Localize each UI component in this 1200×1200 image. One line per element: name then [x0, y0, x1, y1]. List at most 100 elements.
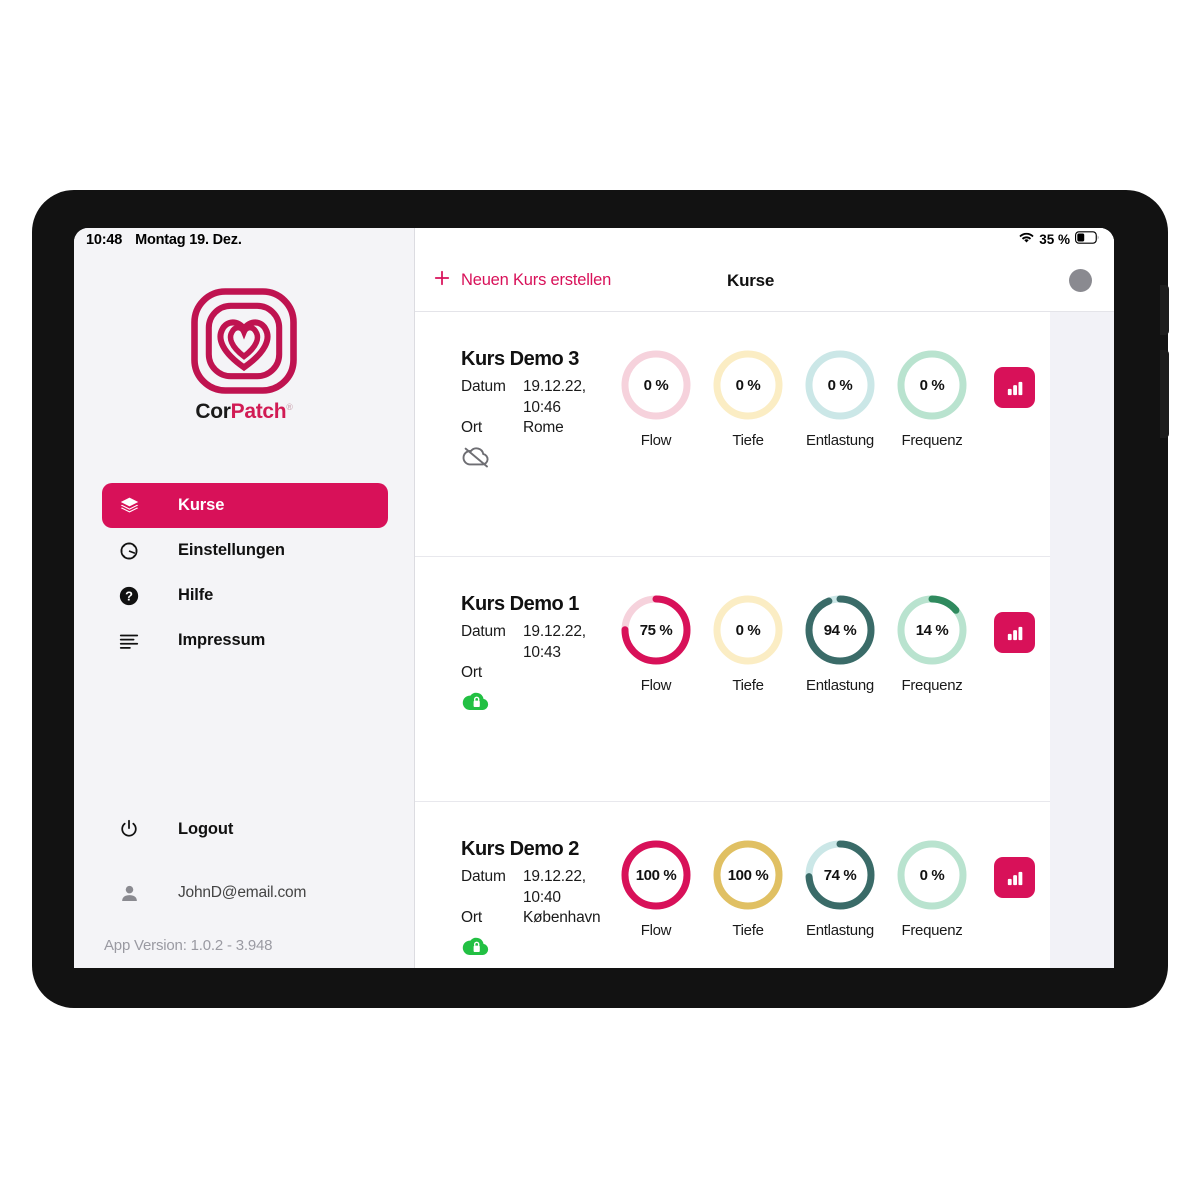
- main-toolbar: Neuen Kurs erstellen Kurse: [415, 250, 1114, 312]
- status-bar-right: 35 %: [415, 228, 1114, 250]
- gauge-value: 0 %: [827, 376, 853, 394]
- course-list[interactable]: Kurs Demo 3 Datum 19.12.22, 10:46 Ort Ro…: [415, 312, 1050, 968]
- gauge-value: 75 %: [639, 621, 673, 639]
- metric-gauge: 0 % Entlastung: [794, 348, 886, 449]
- brand-name-patch: Patch: [230, 400, 287, 423]
- gauge-label: Tiefe: [732, 432, 764, 449]
- gauge-value: 100 %: [727, 866, 769, 884]
- course-place-key: Ort: [461, 664, 482, 681]
- metric-gauge: 14 % Frequenz: [886, 593, 978, 694]
- sidebar-bottom: Logout JohnD@email.com App Version: 1.0.…: [74, 807, 414, 968]
- gauge-ring-tiefe: 100 %: [711, 838, 785, 912]
- metric-gauge: 74 % Entlastung: [794, 838, 886, 939]
- course-date-key: Datum: [461, 378, 506, 395]
- metric-gauge: 100 % Flow: [610, 838, 702, 939]
- course-place-value: København: [523, 909, 601, 926]
- user-account-row[interactable]: JohnD@email.com: [74, 871, 414, 915]
- avatar[interactable]: [1069, 269, 1092, 292]
- course-place-value: Rome: [523, 419, 564, 436]
- gauge-ring-entlastung: 0 %: [803, 348, 877, 422]
- gauge-label: Flow: [640, 432, 672, 449]
- svg-text:?: ?: [125, 588, 133, 603]
- course-row[interactable]: Kurs Demo 3 Datum 19.12.22, 10:46 Ort Ro…: [415, 312, 1050, 557]
- cloud-lock-icon: [461, 934, 606, 965]
- sidebar-item-hilfe[interactable]: ? Hilfe: [102, 573, 388, 618]
- gauge-ring-flow: 100 %: [619, 838, 693, 912]
- gauge-label: Flow: [640, 922, 672, 939]
- gauge-label: Flow: [640, 677, 672, 694]
- sidebar-item-impressum-label: Impressum: [178, 631, 266, 649]
- course-place-row: Ort: [461, 663, 606, 684]
- open-chart-button[interactable]: [994, 367, 1035, 408]
- course-place-row: Ort København: [461, 908, 606, 929]
- metric-gauge: 0 % Flow: [610, 348, 702, 449]
- course-date-value: 19.12.22, 10:46: [523, 378, 586, 416]
- course-date-row: Datum 19.12.22, 10:43: [461, 622, 606, 663]
- battery-icon: [1075, 231, 1100, 247]
- gauge-value: 0 %: [919, 376, 945, 394]
- brand-name-cor: Cor: [195, 400, 231, 423]
- open-chart-button[interactable]: [994, 857, 1035, 898]
- course-title: Kurs Demo 1: [461, 593, 579, 615]
- open-chart-button[interactable]: [994, 612, 1035, 653]
- gauge-value: 14 %: [915, 621, 949, 639]
- course-row[interactable]: Kurs Demo 2 Datum 19.12.22, 10:40 Ort Kø…: [415, 802, 1050, 968]
- logout-button[interactable]: Logout: [74, 807, 414, 851]
- new-course-button[interactable]: Neuen Kurs erstellen: [432, 268, 611, 293]
- course-info: Kurs Demo 2 Datum 19.12.22, 10:40 Ort Kø…: [461, 838, 606, 965]
- gauge-label: Frequenz: [901, 432, 963, 449]
- gauge-ring-frequenz: 0 %: [895, 838, 969, 912]
- gauge-value: 100 %: [635, 866, 677, 884]
- page-title: Kurse: [727, 270, 775, 290]
- plus-icon: [432, 268, 452, 293]
- corpatch-heart-logo-icon: [191, 288, 297, 394]
- sidebar-item-einstellungen-label: Einstellungen: [178, 541, 285, 559]
- app-version-label: App Version: 1.0.2 - 3.948: [104, 937, 273, 954]
- course-date-key: Datum: [461, 623, 506, 640]
- metrics-group: 0 % Flow 0 % Tiefe 0 % Entlastung 0 % Fr…: [610, 348, 978, 449]
- gauge-label: Entlastung: [806, 922, 874, 939]
- gauge-ring-flow: 0 %: [619, 348, 693, 422]
- gauge-value: 0 %: [735, 376, 761, 394]
- power-icon: [116, 818, 142, 840]
- sidebar-item-impressum[interactable]: Impressum: [102, 618, 388, 663]
- metric-gauge: 75 % Flow: [610, 593, 702, 694]
- course-info: Kurs Demo 1 Datum 19.12.22, 10:43 Ort: [461, 593, 606, 720]
- course-title: Kurs Demo 2: [461, 838, 579, 860]
- metrics-group: 100 % Flow 100 % Tiefe 74 % Entlastung 0…: [610, 838, 978, 939]
- gauge-ring-flow: 75 %: [619, 593, 693, 667]
- status-date: Montag 19. Dez.: [135, 232, 242, 248]
- gauge-value: 0 %: [643, 376, 669, 394]
- sidebar-item-hilfe-label: Hilfe: [178, 586, 214, 604]
- metric-gauge: 100 % Tiefe: [702, 838, 794, 939]
- status-bar-left: 10:48 Montag 19. Dez.: [86, 232, 242, 248]
- volume-up-button[interactable]: [1160, 285, 1169, 335]
- gauge-ring-tiefe: 0 %: [711, 593, 785, 667]
- volume-down-button[interactable]: [1160, 350, 1169, 438]
- metric-gauge: 94 % Entlastung: [794, 593, 886, 694]
- metric-gauge: 0 % Frequenz: [886, 348, 978, 449]
- gauge-value: 0 %: [919, 866, 945, 884]
- course-date-value: 19.12.22, 10:40: [523, 868, 586, 906]
- sidebar-item-einstellungen[interactable]: Einstellungen: [102, 528, 388, 573]
- gauge-ring-frequenz: 0 %: [895, 348, 969, 422]
- course-place-row: Ort Rome: [461, 418, 606, 439]
- course-row[interactable]: Kurs Demo 1 Datum 19.12.22, 10:43 Ort 75…: [415, 557, 1050, 802]
- gauge-label: Entlastung: [806, 432, 874, 449]
- course-place-key: Ort: [461, 419, 482, 436]
- question-circle-icon: ?: [116, 585, 142, 607]
- gauge-ring-tiefe: 0 %: [711, 348, 785, 422]
- gauge-ring-entlastung: 74 %: [803, 838, 877, 912]
- tablet-screen: 10:48 Montag 19. Dez. CorPatch® Kurse Ei…: [74, 228, 1114, 968]
- metric-gauge: 0 % Tiefe: [702, 593, 794, 694]
- course-title: Kurs Demo 3: [461, 348, 579, 370]
- new-course-label: Neuen Kurs erstellen: [461, 271, 612, 289]
- sidebar-nav: Kurse Einstellungen ? Hilfe Impressum: [102, 483, 388, 663]
- gauge-label: Frequenz: [901, 677, 963, 694]
- brand-registered-mark: ®: [286, 402, 293, 412]
- gauge-value: 0 %: [735, 621, 761, 639]
- logout-label: Logout: [178, 819, 234, 838]
- cloud-lock-icon: [461, 689, 606, 720]
- sidebar-item-kurse[interactable]: Kurse: [102, 483, 388, 528]
- sidebar-item-kurse-label: Kurse: [178, 496, 225, 514]
